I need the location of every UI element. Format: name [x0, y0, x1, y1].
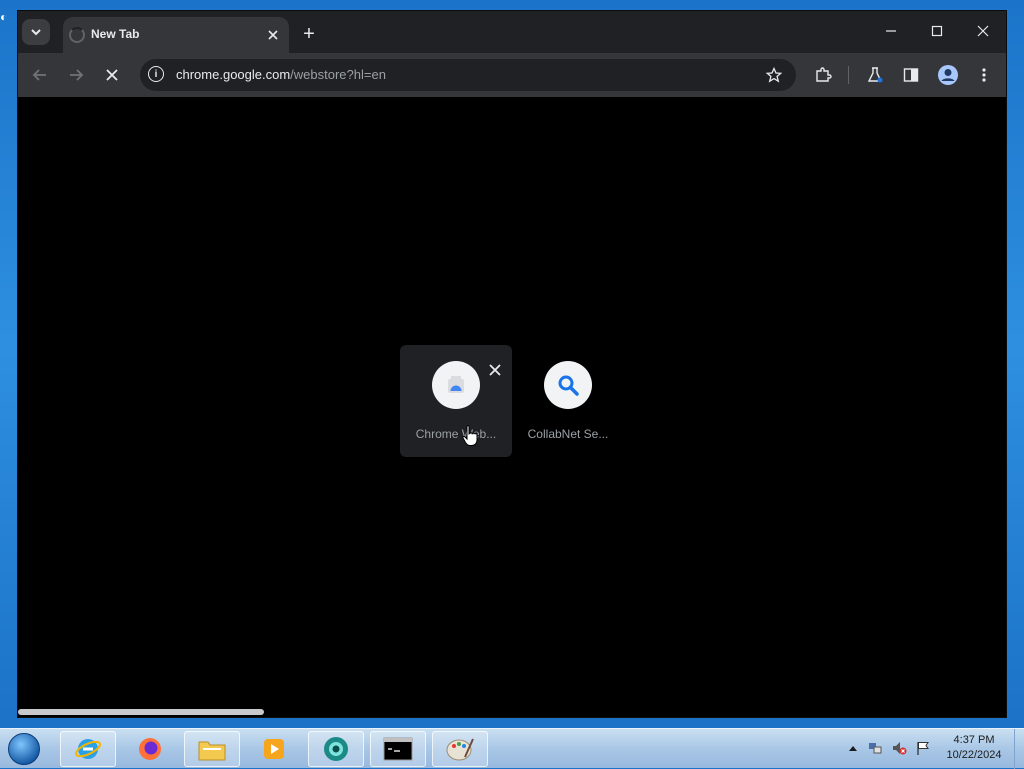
maximize-button[interactable]	[914, 11, 960, 51]
forward-button[interactable]	[62, 61, 90, 89]
show-hidden-icons-button[interactable]	[844, 739, 862, 757]
firefox-icon	[139, 738, 161, 760]
folder-icon	[198, 741, 226, 761]
plus-icon: +	[303, 22, 315, 45]
side-panel-icon	[903, 68, 919, 82]
minimize-icon	[886, 30, 896, 32]
tray-volume[interactable]	[890, 739, 908, 757]
clock-time: 4:37 PM	[953, 734, 995, 746]
browser-toolbar: i chrome.google.com/webstore?hl=en	[18, 53, 1006, 97]
chrome-web-store-icon	[448, 376, 464, 393]
network-icon	[869, 743, 882, 754]
back-button[interactable]	[26, 61, 54, 89]
loading-spinner-icon	[69, 27, 85, 43]
stop-loading-button[interactable]	[98, 61, 126, 89]
paint-palette-icon	[446, 738, 474, 761]
taskbar-media-player[interactable]	[246, 731, 302, 767]
menu-button[interactable]	[971, 62, 997, 88]
arrow-left-icon	[32, 69, 46, 81]
tray-network-settings[interactable]	[866, 739, 884, 757]
system-clock[interactable]: 4:37 PM 10/22/2024	[938, 733, 1010, 763]
close-icon	[977, 25, 989, 37]
maximize-icon	[931, 25, 943, 37]
taskbar-firefox[interactable]	[122, 731, 178, 767]
desktop-icon-fragment: ◐	[0, 10, 8, 24]
taskbar: 4:37 PM 10/22/2024	[0, 728, 1024, 769]
new-tab-button[interactable]: +	[298, 23, 320, 45]
taskbar-internet-explorer[interactable]	[60, 731, 116, 767]
url-path: /webstore?hl=en	[290, 67, 386, 82]
new-tab-page: Chrome Web... CollabNet Se...	[18, 97, 1006, 717]
volume-muted-icon	[893, 742, 907, 755]
taskbar-chrome[interactable]	[308, 731, 364, 767]
close-icon	[489, 364, 501, 376]
media-player-icon	[264, 739, 284, 759]
arrow-right-icon	[70, 69, 84, 81]
taskbar-file-explorer[interactable]	[184, 731, 240, 767]
address-bar[interactable]: i chrome.google.com/webstore?hl=en	[140, 59, 796, 91]
close-window-button[interactable]	[960, 11, 1006, 51]
horizontal-scrollbar[interactable]	[18, 709, 264, 715]
internet-explorer-icon	[75, 739, 101, 759]
chevron-up-icon	[849, 746, 857, 751]
taskbar-command-prompt[interactable]	[370, 731, 426, 767]
hand-cursor-icon	[462, 425, 478, 446]
chevron-down-icon	[31, 29, 41, 36]
shortcut-tile[interactable]: CollabNet Se...	[512, 355, 624, 445]
show-desktop-button[interactable]	[1014, 729, 1024, 769]
shortcut-favicon	[544, 361, 592, 409]
labs-button[interactable]	[862, 62, 888, 88]
extensions-button[interactable]	[810, 62, 836, 88]
puzzle-icon	[816, 67, 832, 82]
tab-title: New Tab	[91, 27, 140, 41]
tab-close-button[interactable]	[263, 25, 283, 45]
shortcut-favicon	[432, 361, 480, 409]
site-info-icon[interactable]: i	[148, 66, 164, 82]
url-host: chrome.google.com	[176, 67, 291, 82]
toolbar-separator	[848, 66, 849, 84]
avatar-icon	[938, 65, 958, 85]
shortcut-label: CollabNet Se...	[527, 427, 609, 441]
chrome-window: New Tab + i chrome.google.com/webstore?h…	[17, 10, 1007, 718]
clock-date: 10/22/2024	[946, 749, 1002, 761]
start-button[interactable]	[4, 731, 44, 767]
shortcut-label: Chrome Web...	[415, 427, 497, 441]
shortcut-remove-button[interactable]	[486, 361, 504, 379]
tray-action-center[interactable]	[914, 739, 932, 757]
side-panel-button[interactable]	[898, 62, 924, 88]
tab-search-button[interactable]	[22, 19, 50, 45]
minimize-button[interactable]	[868, 11, 914, 51]
shortcut-tile[interactable]: Chrome Web...	[400, 355, 512, 446]
more-vertical-icon	[982, 68, 986, 82]
flag-icon	[917, 742, 929, 755]
taskbar-paint[interactable]	[432, 731, 488, 767]
address-url[interactable]: chrome.google.com/webstore?hl=en	[176, 67, 386, 82]
close-icon	[106, 69, 118, 81]
windows-logo-icon	[8, 733, 40, 765]
tab-strip: New Tab +	[18, 11, 1006, 53]
tab-new-tab[interactable]: New Tab	[63, 17, 289, 53]
flask-icon	[867, 67, 883, 83]
close-icon	[268, 30, 278, 40]
bookmark-star-button[interactable]	[764, 65, 784, 85]
star-icon	[766, 67, 782, 83]
terminal-icon	[383, 737, 413, 761]
profile-button[interactable]	[935, 62, 961, 88]
search-icon	[558, 375, 579, 396]
app-circle-icon	[324, 737, 348, 761]
